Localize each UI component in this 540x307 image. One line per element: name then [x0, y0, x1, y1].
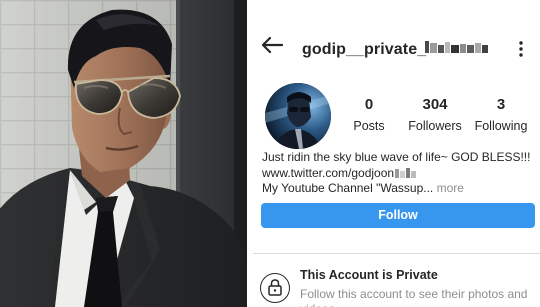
followers-stat[interactable]: 304 Followers [400, 96, 470, 134]
profile-photo-image [0, 0, 247, 307]
profile-avatar[interactable] [265, 83, 331, 149]
bio-more-link[interactable]: more [433, 181, 464, 195]
bio-website-link[interactable]: www.twitter.com/godjoon [262, 166, 394, 180]
section-divider [253, 253, 540, 254]
followers-label: Followers [408, 119, 462, 133]
bio-youtube-text: My Youtube Channel "Wassup... [262, 181, 434, 195]
profile-header: godip__private_ [253, 0, 540, 58]
posts-count: 0 [364, 96, 374, 113]
profile-bio: Just ridin the sky blue wave of life~ GO… [262, 150, 537, 197]
link-censor-mosaic [395, 167, 417, 178]
bio-link-line: www.twitter.com/godjoon [262, 166, 537, 182]
private-account-title: This Account is Private [300, 268, 438, 282]
private-account-description: Follow this account to see their photos … [300, 287, 528, 307]
profile-username: godip__private_ [302, 41, 427, 58]
username-censor-mosaic [425, 41, 488, 53]
kebab-menu-icon[interactable] [515, 40, 527, 58]
lock-icon-circle [260, 273, 290, 303]
instagram-profile-panel: godip__private_ 0 Posts 304 Followers 3 … [253, 0, 540, 307]
following-count: 3 [496, 96, 506, 113]
following-stat[interactable]: 3 Following [466, 96, 536, 134]
followers-count: 304 [422, 96, 448, 113]
back-arrow-icon[interactable] [261, 37, 283, 53]
posts-label: Posts [353, 119, 385, 133]
bio-youtube-line: My Youtube Channel "Wassup... more [262, 181, 537, 197]
posts-stat[interactable]: 0 Posts [334, 96, 404, 134]
lock-icon [268, 279, 282, 296]
following-label: Following [474, 119, 528, 133]
follow-button[interactable]: Follow [261, 203, 535, 228]
bio-text: Just ridin the sky blue wave of life~ GO… [262, 150, 531, 164]
